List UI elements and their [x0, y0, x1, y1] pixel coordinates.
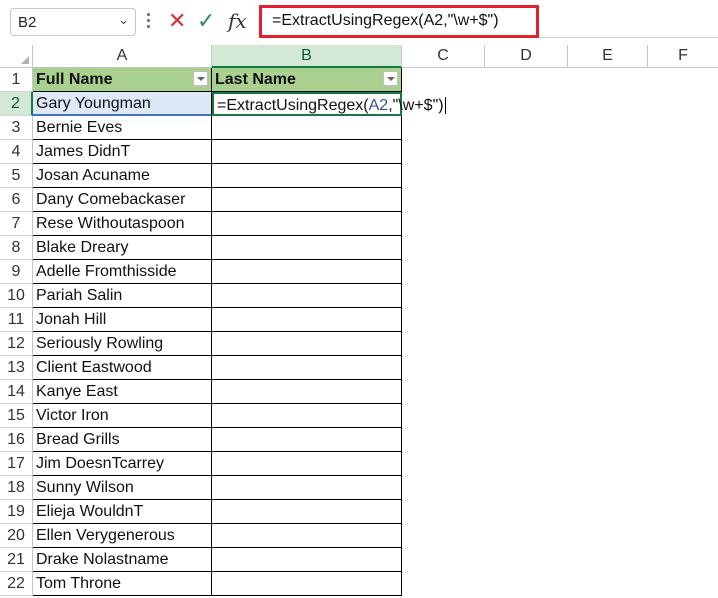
more-options-icon[interactable]	[147, 10, 151, 32]
last-name-cell[interactable]	[212, 332, 402, 356]
formula-prefix: =ExtractUsingRegex(	[217, 97, 369, 114]
last-name-cell[interactable]	[212, 572, 402, 596]
full-name-cell[interactable]: Bernie Eves	[33, 116, 212, 140]
check-icon[interactable]: ✓	[197, 7, 215, 35]
row-header-11[interactable]: 11	[0, 308, 33, 332]
column-header-f[interactable]: F	[648, 45, 718, 68]
full-name-cell[interactable]: Victor Iron	[33, 404, 212, 428]
formula-bar-area: B2 ⌄ ✕ ✓ fx =ExtractUsingRegex(A2,"\w+$"…	[0, 0, 718, 44]
full-name-cell[interactable]: Jim DoesnTcarrey	[33, 452, 212, 476]
row-header-13[interactable]: 13	[0, 356, 33, 380]
full-name-cell[interactable]: Seriously Rowling	[33, 332, 212, 356]
row-header-14[interactable]: 14	[0, 380, 33, 404]
last-name-cell[interactable]	[212, 236, 402, 260]
last-name-cell[interactable]	[212, 500, 402, 524]
row-header-16[interactable]: 16	[0, 428, 33, 452]
column-header-e[interactable]: E	[568, 45, 648, 68]
full-name-cell[interactable]: Sunny Wilson	[33, 476, 212, 500]
row-header-3[interactable]: 3	[0, 116, 33, 140]
row-header-19[interactable]: 19	[0, 500, 33, 524]
row-header-5[interactable]: 5	[0, 164, 33, 188]
name-box[interactable]: B2 ⌄	[10, 8, 136, 36]
row-header-1[interactable]: 1	[0, 68, 33, 92]
row-header-17[interactable]: 17	[0, 452, 33, 476]
last-name-cell[interactable]	[212, 356, 402, 380]
last-name-cell[interactable]	[212, 452, 402, 476]
filter-dropdown-icon[interactable]	[383, 71, 398, 86]
row-header-22[interactable]: 22	[0, 572, 33, 596]
header-label: Last Name	[215, 71, 296, 88]
header-cell-last-name[interactable]: Last Name	[212, 68, 402, 92]
column-header-c[interactable]: C	[402, 45, 485, 68]
formula-suffix: ,"\w+$")	[388, 97, 444, 114]
full-name-cell[interactable]: Ellen Verygenerous	[33, 524, 212, 548]
last-name-cell[interactable]	[212, 476, 402, 500]
full-name-cell[interactable]: Blake Dreary	[33, 236, 212, 260]
full-name-cell[interactable]: Elieja WouldnT	[33, 500, 212, 524]
row-header-2[interactable]: 2	[0, 92, 33, 116]
chevron-down-icon[interactable]: ⌄	[118, 12, 129, 28]
last-name-cell[interactable]	[212, 380, 402, 404]
header-label: Full Name	[36, 71, 113, 88]
last-name-cell[interactable]	[212, 260, 402, 284]
last-name-cell[interactable]	[212, 164, 402, 188]
full-name-cell[interactable]: Tom Throne	[33, 572, 212, 596]
row-header-8[interactable]: 8	[0, 236, 33, 260]
last-name-cell[interactable]	[212, 188, 402, 212]
full-name-cell[interactable]: James DidnT	[33, 140, 212, 164]
full-name-cell[interactable]: Dany Comebackaser	[33, 188, 212, 212]
last-name-cell[interactable]	[212, 308, 402, 332]
last-name-cell[interactable]	[212, 284, 402, 308]
spreadsheet-grid: A B C D E F 1 2 3 4 5 6 7 8 9 10 11 12 13 14 15 16 17 18 1…	[0, 45, 718, 598]
column-header-a[interactable]: A	[33, 45, 212, 68]
row-header-12[interactable]: 12	[0, 332, 33, 356]
row-header-21[interactable]: 21	[0, 548, 33, 572]
last-name-cell[interactable]	[212, 212, 402, 236]
column-header-b[interactable]: B	[212, 45, 402, 68]
header-cell-full-name[interactable]: Full Name	[33, 68, 212, 92]
name-box-value: B2	[18, 14, 37, 31]
last-name-cell[interactable]	[212, 524, 402, 548]
column-header-d[interactable]: D	[485, 45, 568, 68]
full-name-cell[interactable]: Pariah Salin	[33, 284, 212, 308]
formula-text: =ExtractUsingRegex(A2,"\w+$")	[272, 12, 499, 29]
row-header-10[interactable]: 10	[0, 284, 33, 308]
last-name-cell[interactable]	[212, 140, 402, 164]
last-name-cell[interactable]	[212, 428, 402, 452]
row-header-6[interactable]: 6	[0, 188, 33, 212]
row-header-15[interactable]: 15	[0, 404, 33, 428]
full-name-cell[interactable]: Kanye East	[33, 380, 212, 404]
full-name-cell[interactable]: Adelle Fromthisside	[33, 260, 212, 284]
last-name-cell[interactable]	[212, 116, 402, 140]
full-name-cell[interactable]: Client Eastwood	[33, 356, 212, 380]
row-header-4[interactable]: 4	[0, 140, 33, 164]
full-name-cell[interactable]: Drake Nolastname	[33, 548, 212, 572]
row-header-7[interactable]: 7	[0, 212, 33, 236]
last-name-cell[interactable]	[212, 548, 402, 572]
formula-bar-divider	[539, 37, 718, 38]
filter-dropdown-icon[interactable]	[193, 71, 208, 86]
last-name-cell[interactable]	[212, 404, 402, 428]
cancel-x-icon[interactable]: ✕	[168, 7, 186, 35]
cell-reference: A2	[368, 97, 389, 114]
cell-b2-editing[interactable]: =ExtractUsingRegex(A2,"\w+$")	[212, 92, 446, 116]
select-all-button[interactable]	[0, 45, 33, 68]
full-name-cell[interactable]: Rese Withoutaspoon	[33, 212, 212, 236]
full-name-cell[interactable]: Gary Youngman	[33, 92, 212, 116]
fx-icon[interactable]: fx	[228, 7, 247, 35]
row-header-18[interactable]: 18	[0, 476, 33, 500]
row-header-9[interactable]: 9	[0, 260, 33, 284]
full-name-cell[interactable]: Bread Grills	[33, 428, 212, 452]
text-cursor	[444, 97, 446, 115]
row-header-20[interactable]: 20	[0, 524, 33, 548]
formula-input[interactable]: =ExtractUsingRegex(A2,"\w+$")	[259, 5, 539, 38]
full-name-cell[interactable]: Jonah Hill	[33, 308, 212, 332]
full-name-cell[interactable]: Josan Acuname	[33, 164, 212, 188]
